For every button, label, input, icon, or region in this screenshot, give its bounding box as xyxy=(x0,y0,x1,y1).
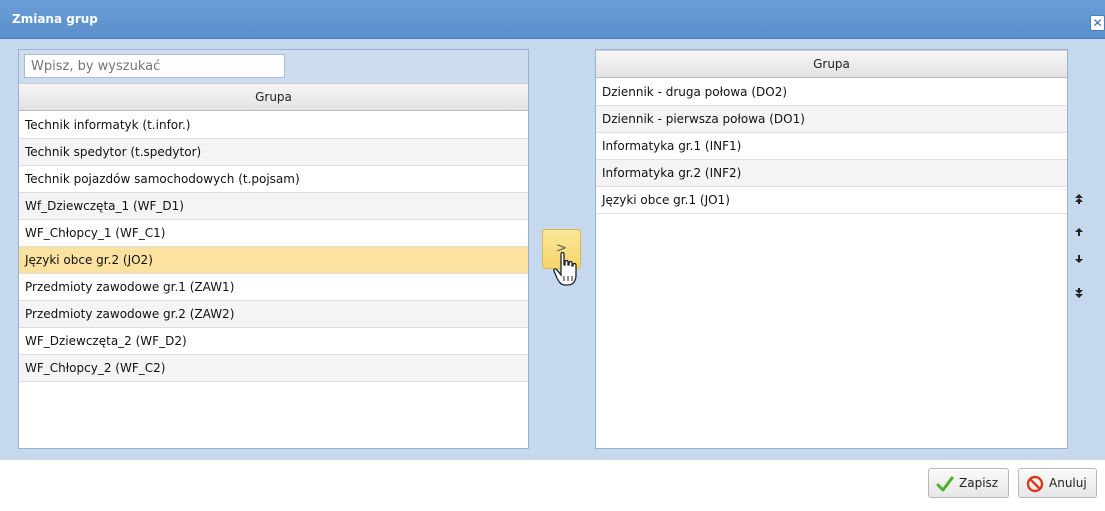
list-item[interactable]: Technik pojazdów samochodowych (t.pojsam… xyxy=(19,166,528,193)
dialog-title-bar: Zmiana grup xyxy=(0,0,1105,39)
search-input[interactable] xyxy=(24,54,285,78)
assigned-column-header[interactable]: Grupa xyxy=(596,50,1067,78)
available-groups-list: Technik informatyk (t.infor.) Technik spe… xyxy=(19,112,528,382)
list-item[interactable]: Informatyka gr.1 (INF1) xyxy=(596,133,1067,160)
save-button[interactable]: Zapisz xyxy=(928,468,1009,498)
list-item[interactable]: Dziennik - druga połowa (DO2) xyxy=(596,79,1067,106)
double-down-arrow-icon[interactable] xyxy=(1070,287,1088,305)
available-column-header[interactable]: Grupa xyxy=(19,83,528,111)
dialog-left-border xyxy=(0,39,10,511)
double-up-arrow-icon[interactable] xyxy=(1070,193,1088,211)
list-item[interactable]: Informatyka gr.2 (INF2) xyxy=(596,160,1067,187)
list-item[interactable]: Wf_Dziewczęta_1 (WF_D1) xyxy=(19,193,528,220)
list-item[interactable]: Przedmioty zawodowe gr.2 (ZAW2) xyxy=(19,301,528,328)
list-item[interactable]: WF_Chłopcy_2 (WF_C2) xyxy=(19,355,528,382)
down-arrow-icon[interactable] xyxy=(1070,253,1088,271)
save-label: Zapisz xyxy=(959,476,999,490)
dialog-title: Zmiana grup xyxy=(12,12,98,26)
cancel-icon xyxy=(1026,475,1044,493)
search-toolbar xyxy=(19,50,528,83)
checkmark-icon xyxy=(936,476,954,492)
list-item[interactable]: WF_Chłopcy_1 (WF_C1) xyxy=(19,220,528,247)
order-toolbar xyxy=(1068,49,1103,449)
available-groups-panel: Grupa Technik informatyk (t.infor.)Techn… xyxy=(18,49,529,449)
cancel-label: Anuluj xyxy=(1049,476,1087,490)
list-item[interactable]: Języki obce gr.1 (JO1) xyxy=(596,187,1067,214)
assigned-groups-panel: Grupa Dziennik - druga połowa (DO2) Dzien… xyxy=(595,49,1068,449)
assigned-groups-list: Dziennik - druga połowa (DO2) Dziennik - … xyxy=(596,79,1067,214)
cancel-button[interactable]: Anuluj xyxy=(1018,468,1097,498)
up-arrow-icon[interactable] xyxy=(1070,226,1088,244)
close-icon[interactable]: ✕ xyxy=(1090,15,1105,31)
list-item[interactable]: Technik informatyk (t.infor.) xyxy=(19,112,528,139)
change-groups-dialog: Zmiana grup ✕ Grupa Technik informatyk (… xyxy=(0,0,1105,511)
list-item[interactable]: Przedmioty zawodowe gr.1 (ZAW1) xyxy=(19,274,528,301)
list-item[interactable]: Technik spedytor (t.spedytor) xyxy=(19,139,528,166)
list-item[interactable]: WF_Dziewczęta_2 (WF_D2) xyxy=(19,328,528,355)
list-item[interactable]: Języki obce gr.2 (JO2) xyxy=(19,247,528,274)
list-item[interactable]: Dziennik - pierwsza połowa (DO1) xyxy=(596,106,1067,133)
hand-cursor-icon xyxy=(553,251,577,286)
